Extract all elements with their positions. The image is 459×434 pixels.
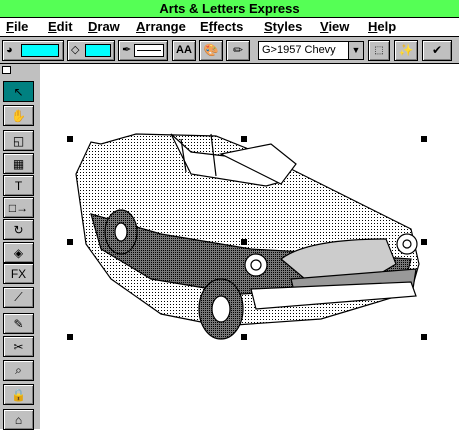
menu-bar: File Edit Draw Arrange Effects Styles Vi… xyxy=(0,18,459,37)
zoom-icon: ⌕ xyxy=(15,363,22,377)
fill-color-button[interactable]: ◇ xyxy=(67,40,115,61)
lock-icon: 🔒 xyxy=(11,387,26,402)
menu-help[interactable]: Help xyxy=(368,19,396,34)
fx-tool[interactable]: FX xyxy=(3,263,34,284)
title-bar: Arts & Letters Express xyxy=(0,0,459,18)
selection-handle-bottom-left[interactable] xyxy=(67,334,73,340)
selection-handle-top-left[interactable] xyxy=(67,136,73,142)
drawing-canvas[interactable] xyxy=(41,64,459,429)
shapes-icon: ◱ xyxy=(12,133,25,148)
cut-icon: ✂ xyxy=(13,339,24,354)
text-tool[interactable]: T xyxy=(3,175,34,196)
selection-handle-center[interactable] xyxy=(241,239,247,245)
cut-tool[interactable]: ✂ xyxy=(3,336,34,357)
palette-icon: 🎨 xyxy=(203,43,219,57)
line-color-button[interactable]: ◕ xyxy=(2,40,64,61)
menu-view[interactable]: View xyxy=(320,19,349,34)
rotate-icon: ↻ xyxy=(13,222,24,237)
paint-tool[interactable]: ⌂ xyxy=(3,409,34,430)
line-style-button[interactable]: ✒ xyxy=(118,40,168,61)
paint-icon: ⌂ xyxy=(14,412,23,427)
palette-control-menu[interactable] xyxy=(2,66,11,74)
pen-button[interactable]: ✏ xyxy=(226,40,250,61)
palette-scrollbar[interactable] xyxy=(35,64,40,429)
symbol-combo-value: G>1957 Chevy xyxy=(262,44,336,56)
blend-icon: □→ xyxy=(8,200,29,215)
pencil-icon: ✏ xyxy=(232,43,244,57)
symbol-combo[interactable]: G>1957 Chevy ▼ xyxy=(258,41,364,60)
chevron-down-icon[interactable]: ▼ xyxy=(348,42,363,59)
menu-edit[interactable]: Edit xyxy=(48,19,73,34)
checkmark-icon: ✔ xyxy=(431,43,443,57)
tool-palette: ↖ ✋ ◱ ▦ T □→ ↻ ◈ FX ⟋ ✎ ✂ ⌕ 🔒 ⌂ xyxy=(0,64,40,430)
selection-handle-left[interactable] xyxy=(67,239,73,245)
line-icon: ⟋ xyxy=(14,290,23,304)
menu-effects[interactable]: Effects xyxy=(200,19,243,34)
color-tool[interactable]: ◈ xyxy=(3,242,34,263)
dotted-select-icon: ⬚ xyxy=(374,45,384,56)
color-palette-button[interactable]: 🎨 xyxy=(199,40,223,61)
blend-tool[interactable]: □→ xyxy=(3,197,34,218)
menu-file[interactable]: File xyxy=(6,19,28,34)
fill-icon: ◇ xyxy=(71,44,80,56)
menu-draw[interactable]: Draw xyxy=(88,19,120,34)
check-button[interactable]: ✔ xyxy=(422,40,452,61)
pointer-icon: ↖ xyxy=(13,84,24,99)
pen-icon: ✎ xyxy=(13,316,24,331)
type-style-button[interactable]: AA xyxy=(172,40,196,61)
hand-tool[interactable]: ✋ xyxy=(3,105,34,126)
symbols-tool[interactable]: ▦ xyxy=(3,153,34,174)
pen-tool[interactable]: ✎ xyxy=(3,313,34,334)
symbols-icon: ▦ xyxy=(12,156,25,171)
window-title: Arts & Letters Express xyxy=(159,1,300,16)
fill-color-swatch xyxy=(85,44,111,57)
hand-icon: ✋ xyxy=(11,108,26,123)
selection-handle-top-right[interactable] xyxy=(421,136,427,142)
pointer-tool[interactable]: ↖ xyxy=(3,81,34,102)
line-style-preview xyxy=(134,44,164,57)
rotate-tool[interactable]: ↻ xyxy=(3,219,34,240)
menu-arrange[interactable]: Arrange xyxy=(136,19,186,34)
line-tool[interactable]: ⟋ xyxy=(3,287,34,308)
wand-icon: ✨ xyxy=(398,43,414,57)
lock-tool[interactable]: 🔒 xyxy=(3,384,34,405)
zoom-tool[interactable]: ⌕ xyxy=(3,360,34,381)
text-icon: T xyxy=(14,178,23,193)
toolbar: ◕ ◇ ✒ AA 🎨 ✏ G>1957 Chevy ▼ ⬚ ✨ ✔ xyxy=(0,37,459,64)
magic-wand-button[interactable]: ✨ xyxy=(394,40,418,61)
menu-styles[interactable]: Styles xyxy=(264,19,302,34)
fx-icon: FX xyxy=(10,266,27,281)
palette-icon: ◕ xyxy=(6,44,13,56)
selection-handle-bottom[interactable] xyxy=(241,334,247,340)
pen-nib-icon: ✒ xyxy=(122,44,132,56)
select-all-button[interactable]: ⬚ xyxy=(368,40,390,61)
selection-handle-bottom-right[interactable] xyxy=(421,334,427,340)
selection-handle-right[interactable] xyxy=(421,239,427,245)
shapes-tool[interactable]: ◱ xyxy=(3,130,34,151)
car-illustration[interactable] xyxy=(41,64,459,429)
color-icon: ◈ xyxy=(13,245,24,260)
selection-handle-top[interactable] xyxy=(241,136,247,142)
line-color-swatch xyxy=(21,44,59,57)
